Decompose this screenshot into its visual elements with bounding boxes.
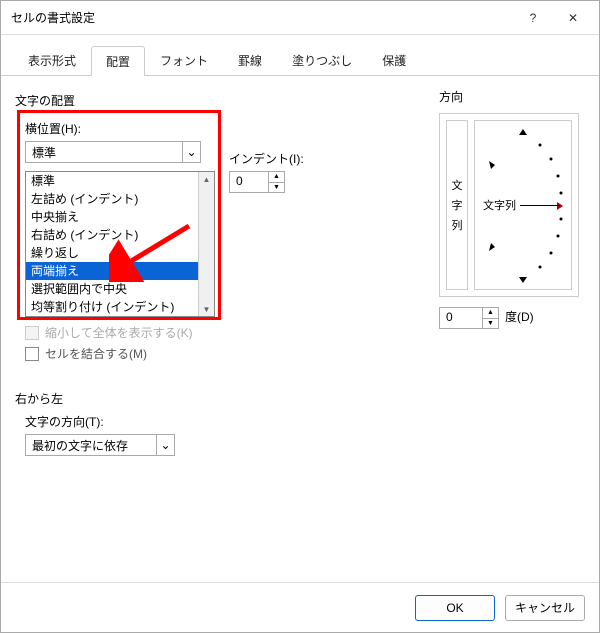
scroll-track[interactable] [199, 186, 214, 302]
ok-button[interactable]: OK [415, 595, 495, 621]
tab-font[interactable]: フォント [145, 45, 223, 75]
horizontal-dropdown-list[interactable]: 標準 左詰め (インデント) 中央揃え 右詰め (インデント) 繰り返し 両端揃… [25, 171, 215, 317]
tab-protection[interactable]: 保護 [367, 45, 421, 75]
checkbox-box [25, 326, 39, 340]
vertical-text-button[interactable]: 文 字 列 [446, 120, 468, 290]
degree-down-button[interactable]: ▼ [483, 319, 498, 329]
dial-line [520, 205, 560, 206]
dropdown-option[interactable]: 均等割り付け (インデント) [26, 298, 198, 316]
scroll-down-icon[interactable]: ▼ [199, 302, 214, 316]
close-icon: ✕ [568, 11, 578, 25]
text-direction-dropdown-button[interactable]: ⌄ [156, 435, 174, 455]
tab-number[interactable]: 表示形式 [13, 45, 91, 75]
checkbox-box[interactable] [25, 347, 39, 361]
tab-alignment[interactable]: 配置 [91, 46, 145, 76]
help-icon: ? [530, 11, 537, 25]
indent-area: インデント(I): 0 ▲ ▼ [229, 150, 304, 193]
cancel-button[interactable]: キャンセル [505, 595, 585, 621]
degree-label: 度(D) [505, 308, 534, 325]
text-direction-combo[interactable]: 最初の文字に依存 ⌄ [25, 434, 175, 456]
dialog-body: 文字の配置 横位置(H): 標準 ⌄ 標準 左詰め (インデント) 中央揃え 右… [1, 76, 599, 582]
tab-fill[interactable]: 塗りつぶし [277, 45, 367, 75]
triangle-up-icon: ▲ [487, 309, 494, 316]
dropdown-option[interactable]: 中央揃え [26, 208, 198, 226]
rtl-group-label: 右から左 [15, 390, 175, 407]
chevron-down-icon: ⌄ [160, 438, 170, 452]
horizontal-combo[interactable]: 標準 ⌄ [25, 141, 201, 163]
degree-row: 0 ▲ ▼ 度(D) [439, 303, 579, 329]
dialog-footer: OK キャンセル [1, 582, 599, 632]
indent-label: インデント(I): [229, 150, 304, 167]
direction-label: 文字の方向(T): [25, 413, 175, 430]
merge-cells-checkbox[interactable]: セルを結合する(M) [25, 345, 193, 362]
format-cells-dialog: セルの書式設定 ? ✕ 表示形式 配置 フォント 罫線 塗りつぶし 保護 文字の… [0, 0, 600, 633]
orientation-dial[interactable]: 文字列 [474, 120, 572, 290]
triangle-down-icon: ▼ [487, 320, 494, 327]
indent-down-button[interactable]: ▼ [269, 183, 284, 193]
orientation-group: 方向 文 字 列 [439, 88, 579, 329]
help-button[interactable]: ? [513, 3, 553, 33]
text-control-checks: 縮小して全体を表示する(K) セルを結合する(M) [25, 324, 193, 366]
orientation-group-label: 方向 [439, 88, 579, 105]
chevron-down-icon: ⌄ [186, 145, 196, 159]
window-title: セルの書式設定 [11, 9, 513, 26]
degree-value[interactable]: 0 [440, 308, 482, 328]
merge-label: セルを結合する(M) [45, 345, 147, 362]
rtl-section: 右から左 文字の方向(T): 最初の文字に依存 ⌄ [15, 386, 175, 456]
dropdown-scrollbar[interactable]: ▲ ▼ [198, 172, 214, 316]
close-button[interactable]: ✕ [553, 3, 593, 33]
titlebar: セルの書式設定 ? ✕ [1, 1, 599, 35]
triangle-up-icon: ▲ [273, 173, 280, 180]
dial-text-label: 文字列 [483, 197, 516, 213]
tab-strip: 表示形式 配置 フォント 罫線 塗りつぶし 保護 [1, 35, 599, 76]
degree-spinner[interactable]: 0 ▲ ▼ [439, 307, 499, 329]
horizontal-combo-dropdown-button[interactable]: ⌄ [182, 142, 200, 162]
dropdown-option[interactable]: 左詰め (インデント) [26, 190, 198, 208]
scroll-up-icon[interactable]: ▲ [199, 172, 214, 186]
orientation-box: 文 字 列 [439, 113, 579, 297]
dropdown-option[interactable]: 繰り返し [26, 244, 198, 262]
dropdown-option[interactable]: 標準 [26, 172, 198, 190]
triangle-down-icon: ▼ [273, 184, 280, 191]
indent-spinner[interactable]: 0 ▲ ▼ [229, 171, 285, 193]
horizontal-combo-value: 標準 [26, 142, 182, 162]
indent-value[interactable]: 0 [230, 172, 268, 192]
dropdown-option-selected[interactable]: 両端揃え [26, 262, 198, 280]
degree-up-button[interactable]: ▲ [483, 308, 498, 319]
text-direction-value: 最初の文字に依存 [26, 435, 156, 455]
shrink-label: 縮小して全体を表示する(K) [45, 324, 193, 341]
dropdown-option[interactable]: 選択範囲内で中央 [26, 280, 198, 298]
dropdown-option[interactable]: 右詰め (インデント) [26, 226, 198, 244]
indent-up-button[interactable]: ▲ [269, 172, 284, 183]
shrink-to-fit-checkbox: 縮小して全体を表示する(K) [25, 324, 193, 341]
tab-border[interactable]: 罫線 [223, 45, 277, 75]
horizontal-label: 横位置(H): [25, 120, 201, 137]
